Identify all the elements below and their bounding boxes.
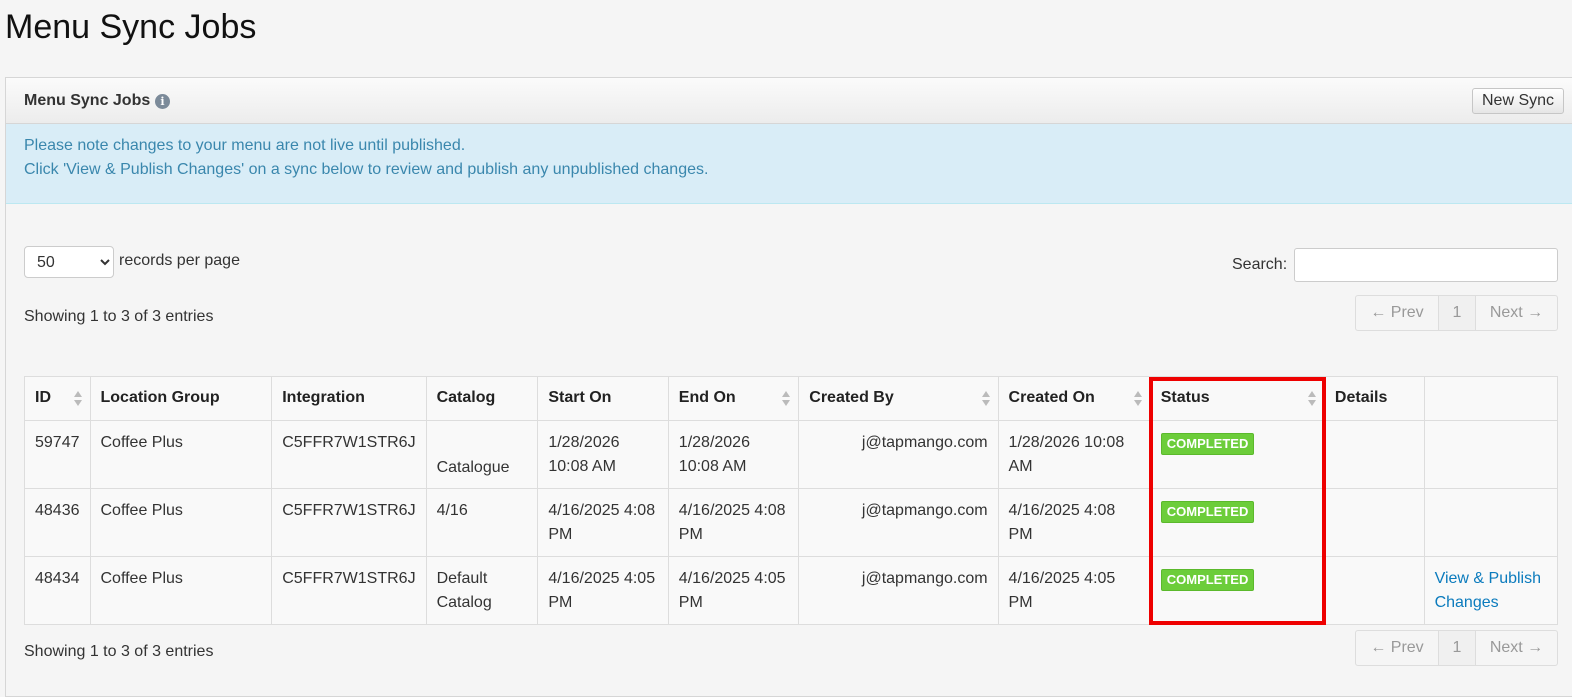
info-alert: Please note changes to your menu are not… [6,124,1572,204]
cell-created-by: j@tapmango.com [798,556,999,625]
cell-integration: C5FFR7W1STR6J [271,488,427,557]
menu-sync-jobs-panel: Menu Sync Jobs i New Sync Please note ch… [5,77,1572,697]
panel-title: Menu Sync Jobs [24,92,151,109]
col-created-on-label: Created On [1008,389,1095,406]
col-details-header: Details [1323,376,1425,421]
search-input[interactable] [1294,248,1558,282]
status-badge: COMPLETED [1160,569,1255,591]
cell-catalog: 4/16 [425,488,539,557]
pagination-top: ← Prev 1 Next → [1355,295,1558,331]
sort-icon[interactable] [782,391,791,407]
table-row: 48434 Coffee Plus C5FFR7W1STR6J Default … [24,556,1559,625]
cell-status: COMPLETED [1149,556,1325,625]
sync-jobs-table: ID Location Group Integration Catalog St… [24,376,1559,625]
cell-start-on: 1/28/2026 10:08 AM [537,420,669,489]
records-per-page: 50 records per page [24,246,240,278]
col-integration-label: Integration [282,389,365,406]
prev-page-button[interactable]: ← Prev [1356,631,1439,665]
col-location-group-header[interactable]: Location Group [89,376,273,421]
col-status-label: Status [1160,389,1210,406]
cell-action: View & Publish Changes [1423,556,1559,625]
cell-catalog: Catalogue [425,420,539,489]
page-1-button[interactable]: 1 [1439,631,1476,665]
col-integration-header[interactable]: Integration [271,376,427,421]
table-row: 59747 Coffee Plus C5FFR7W1STR6J Catalogu… [24,420,1559,489]
cell-location-group: Coffee Plus [89,420,273,489]
cell-created-on: 1/28/2026 10:08 AM [997,420,1151,489]
cell-id: 48436 [24,488,91,557]
cell-location-group: Coffee Plus [89,556,273,625]
page-title: Menu Sync Jobs [5,8,257,46]
cell-created-on: 4/16/2025 4:05 PM [997,556,1151,625]
alert-line-2: Click 'View & Publish Changes' on a sync… [24,161,709,178]
cell-integration: C5FFR7W1STR6J [271,556,427,625]
sort-icon[interactable] [73,391,82,407]
status-badge: COMPLETED [1160,433,1255,455]
cell-id: 59747 [24,420,91,489]
cell-catalog: Default Catalog [425,556,539,625]
col-end-on-label: End On [678,389,736,406]
sort-icon[interactable] [1133,391,1142,407]
col-action-header [1423,376,1559,421]
cell-created-by: j@tapmango.com [798,420,999,489]
cell-action [1423,488,1559,557]
info-icon[interactable]: i [155,94,170,109]
showing-entries-bottom: Showing 1 to 3 of 3 entries [24,643,214,660]
cell-start-on: 4/16/2025 4:05 PM [537,556,669,625]
next-page-button[interactable]: Next → [1476,296,1557,330]
col-location-group-label: Location Group [100,389,220,406]
search-label: Search: [1232,256,1288,273]
cell-details [1323,488,1425,557]
col-details-label: Details [1334,389,1388,406]
cell-integration: C5FFR7W1STR6J [271,420,427,489]
cell-status: COMPLETED [1149,488,1325,557]
table-header-row: ID Location Group Integration Catalog St… [24,376,1559,421]
records-per-page-select[interactable]: 50 [24,246,114,278]
cell-details [1323,420,1425,489]
sort-icon[interactable] [981,391,990,407]
page-1-button[interactable]: 1 [1439,296,1476,330]
cell-start-on: 4/16/2025 4:08 PM [537,488,669,557]
col-created-by-label: Created By [809,389,894,406]
col-created-by-header[interactable]: Created By [798,376,999,421]
col-id-label: ID [35,389,51,406]
next-page-button[interactable]: Next → [1476,631,1557,665]
cell-created-by: j@tapmango.com [798,488,999,557]
cell-end-on: 4/16/2025 4:08 PM [667,488,800,557]
cell-action [1423,420,1559,489]
cell-details [1323,556,1425,625]
panel-header: Menu Sync Jobs i New Sync [6,78,1572,124]
col-status-header[interactable]: Status [1149,376,1325,421]
prev-page-button[interactable]: ← Prev [1356,296,1439,330]
col-catalog-header[interactable]: Catalog [425,376,539,421]
col-id-header[interactable]: ID [24,376,91,421]
view-publish-changes-link[interactable]: View & Publish Changes [1435,570,1541,611]
records-per-page-label: records per page [119,252,240,269]
table-row: 48436 Coffee Plus C5FFR7W1STR6J 4/16 4/1… [24,488,1559,557]
cell-location-group: Coffee Plus [89,488,273,557]
cell-end-on: 1/28/2026 10:08 AM [667,420,800,489]
col-end-on-header[interactable]: End On [667,376,800,421]
alert-line-1: Please note changes to your menu are not… [24,137,466,154]
new-sync-button[interactable]: New Sync [1472,88,1564,114]
cell-end-on: 4/16/2025 4:05 PM [667,556,800,625]
status-badge: COMPLETED [1160,501,1255,523]
col-catalog-label: Catalog [436,389,496,406]
sort-icon[interactable] [1307,391,1316,407]
cell-status: COMPLETED [1149,420,1325,489]
col-created-on-header[interactable]: Created On [997,376,1151,421]
cell-id: 48434 [24,556,91,625]
cell-created-on: 4/16/2025 4:08 PM [997,488,1151,557]
showing-entries-top: Showing 1 to 3 of 3 entries [24,308,214,325]
col-start-on-header[interactable]: Start On [537,376,669,421]
pagination-bottom: ← Prev 1 Next → [1355,630,1558,666]
col-start-on-label: Start On [548,389,612,406]
